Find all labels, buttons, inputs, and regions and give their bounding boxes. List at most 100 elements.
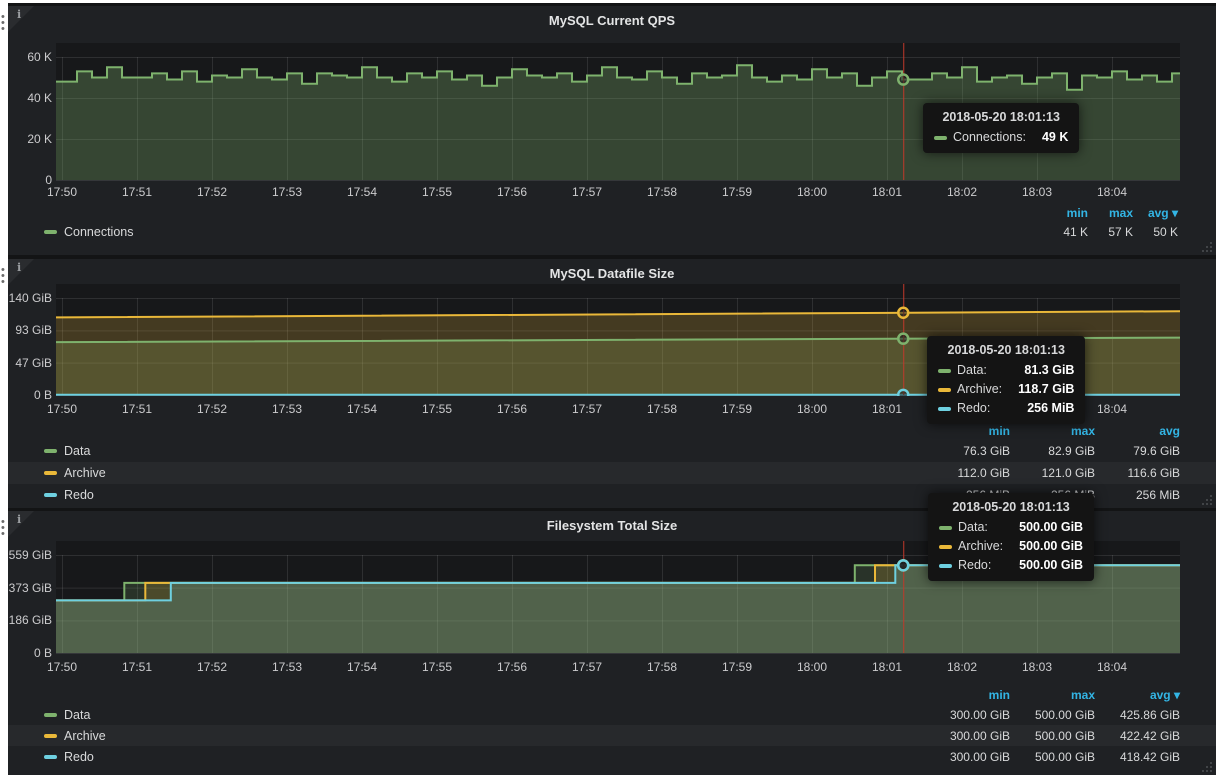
- legend-series-redo[interactable]: Redo: [64, 488, 94, 502]
- panel-drag-handle[interactable]: • • •: [1, 519, 7, 537]
- y-axis-label: 0 B: [8, 388, 52, 402]
- legend-series-archive[interactable]: Archive: [64, 729, 106, 743]
- hover-marker: [898, 75, 908, 85]
- legend-color-dash: [44, 713, 57, 717]
- x-axis-label: 17:58: [638, 660, 686, 674]
- x-axis-label: 18:01: [863, 660, 911, 674]
- legend-series-data[interactable]: Data: [64, 444, 90, 458]
- x-axis-label: 18:01: [863, 402, 911, 416]
- legend-header-max[interactable]: max: [1088, 204, 1133, 222]
- x-axis-label: 17:50: [38, 660, 86, 674]
- tooltip-series-value: 256 MiB: [1011, 399, 1074, 418]
- legend-stat-max: 500.00 GiB: [1010, 747, 1095, 768]
- tooltip-series-label: Archive:: [958, 537, 1003, 556]
- x-axis-label: 18:02: [938, 660, 986, 674]
- panel-title[interactable]: MySQL Current QPS: [8, 13, 1216, 28]
- legend-stat-avg: 79.6 GiB: [1095, 440, 1180, 462]
- legend-header-avg[interactable]: avg: [1095, 422, 1180, 440]
- legend-header-min[interactable]: min: [925, 422, 1010, 440]
- legend-series-connections[interactable]: Connections: [64, 225, 134, 239]
- x-axis-label: 18:00: [788, 185, 836, 199]
- x-axis-label: 17:56: [488, 185, 536, 199]
- legend-stat-min: 300.00 GiB: [925, 705, 1010, 726]
- legend-stat-max: 82.9 GiB: [1010, 440, 1095, 462]
- legend-stat-min: 112.0 GiB: [925, 462, 1010, 484]
- panel-resize-handle[interactable]: [1202, 242, 1213, 253]
- legend-color-dash: [44, 230, 57, 234]
- tooltip-row: Redo: 256 MiB: [938, 399, 1074, 418]
- panel-drag-handle[interactable]: • • •: [1, 14, 7, 32]
- x-axis-label: 17:54: [338, 185, 386, 199]
- tooltip-color-dash: [939, 545, 952, 549]
- legend-color-dash: [44, 755, 57, 759]
- legend-row-archive: Archive112.0 GiB121.0 GiB116.6 GiB: [8, 462, 1216, 484]
- legend-stat-min: 41 K: [1043, 222, 1088, 242]
- x-axis-label: 18:03: [1013, 185, 1061, 199]
- legend-stat-avg: 418.42 GiB: [1095, 747, 1180, 768]
- legend-color-dash: [44, 471, 57, 475]
- x-axis-label: 18:03: [1013, 660, 1061, 674]
- x-axis-label: 18:00: [788, 660, 836, 674]
- panel-title[interactable]: MySQL Datafile Size: [8, 266, 1216, 281]
- legend-stat-avg: 422.42 GiB: [1095, 726, 1180, 747]
- x-axis-label: 17:56: [488, 402, 536, 416]
- x-axis-label: 17:51: [113, 402, 161, 416]
- tooltip-color-dash: [938, 388, 951, 392]
- legend-header-min[interactable]: min: [1043, 204, 1088, 222]
- tooltip-timestamp: 2018-05-20 18:01:13: [939, 500, 1083, 514]
- x-axis-label: 17:57: [563, 402, 611, 416]
- legend-series-data[interactable]: Data: [64, 708, 90, 722]
- y-axis-label: 20 K: [8, 132, 52, 146]
- legend-header-avg[interactable]: avg ▾: [1095, 686, 1180, 704]
- panel-drag-handle[interactable]: • • •: [1, 267, 7, 285]
- y-axis-label: 93 GiB: [8, 323, 52, 337]
- legend-stat-avg: 116.6 GiB: [1095, 462, 1180, 484]
- legend-stat-max: 57 K: [1088, 222, 1133, 242]
- panel-resize-handle[interactable]: [1202, 762, 1213, 773]
- legend-row-data: Data76.3 GiB82.9 GiB79.6 GiB: [8, 440, 1216, 462]
- tooltip-series-label: Data:: [958, 518, 988, 537]
- legend-color-dash: [44, 734, 57, 738]
- tooltip-timestamp: 2018-05-20 18:01:13: [934, 110, 1068, 124]
- legend-stat-avg: 256 MiB: [1095, 484, 1180, 506]
- x-axis-label: 18:01: [863, 185, 911, 199]
- legend-header-max[interactable]: max: [1010, 422, 1095, 440]
- legend-stat-min: 300.00 GiB: [925, 726, 1010, 747]
- x-axis-label: 18:04: [1088, 660, 1136, 674]
- panel-resize-handle[interactable]: [1202, 495, 1213, 506]
- x-axis-label: 17:53: [263, 660, 311, 674]
- legend-row-connections: Connections 41 K57 K50 K: [8, 222, 1216, 242]
- tooltip-series-label: Redo:: [957, 399, 990, 418]
- tooltip-row: Archive:500.00 GiB: [939, 537, 1083, 556]
- legend-header-avg[interactable]: avg ▾: [1133, 204, 1178, 222]
- legend-series-archive[interactable]: Archive: [64, 466, 106, 480]
- x-axis-label: 17:51: [113, 185, 161, 199]
- tooltip-series-label: Archive:: [957, 380, 1002, 399]
- tooltip-series-value: 500.00 GiB: [1003, 518, 1083, 537]
- tooltip-series-label: Data:: [957, 361, 987, 380]
- y-axis-label: 559 GiB: [8, 548, 52, 562]
- legend-stat-max: 500.00 GiB: [1010, 726, 1095, 747]
- legend-header-min[interactable]: min: [925, 686, 1010, 704]
- x-axis-label: 17:52: [188, 660, 236, 674]
- x-axis-label: 18:02: [938, 185, 986, 199]
- legend-header-row: minmaxavg: [8, 422, 1216, 440]
- legend-series-redo[interactable]: Redo: [64, 750, 94, 764]
- x-axis-label: 17:52: [188, 185, 236, 199]
- x-axis-label: 17:55: [413, 402, 461, 416]
- x-axis-label: 18:04: [1088, 185, 1136, 199]
- tooltip-color-dash: [939, 526, 952, 530]
- tooltip-series-value: 500.00 GiB: [1003, 556, 1083, 575]
- hover-marker: [898, 308, 908, 318]
- graph-tooltip: 2018-05-20 18:01:13Data:81.3 GiBArchive:…: [927, 336, 1085, 424]
- x-axis-label: 17:55: [413, 185, 461, 199]
- x-axis-label: 17:59: [713, 402, 761, 416]
- legend-stat-avg: 50 K: [1133, 222, 1178, 242]
- tooltip-series-value: 118.7 GiB: [1002, 380, 1074, 399]
- legend-header-max[interactable]: max: [1010, 686, 1095, 704]
- tooltip-series-value: 500.00 GiB: [1003, 537, 1083, 556]
- x-axis-label: 17:59: [713, 185, 761, 199]
- legend-stat-avg: 425.86 GiB: [1095, 705, 1180, 726]
- x-axis-label: 17:55: [413, 660, 461, 674]
- tooltip-row: Redo:500.00 GiB: [939, 556, 1083, 575]
